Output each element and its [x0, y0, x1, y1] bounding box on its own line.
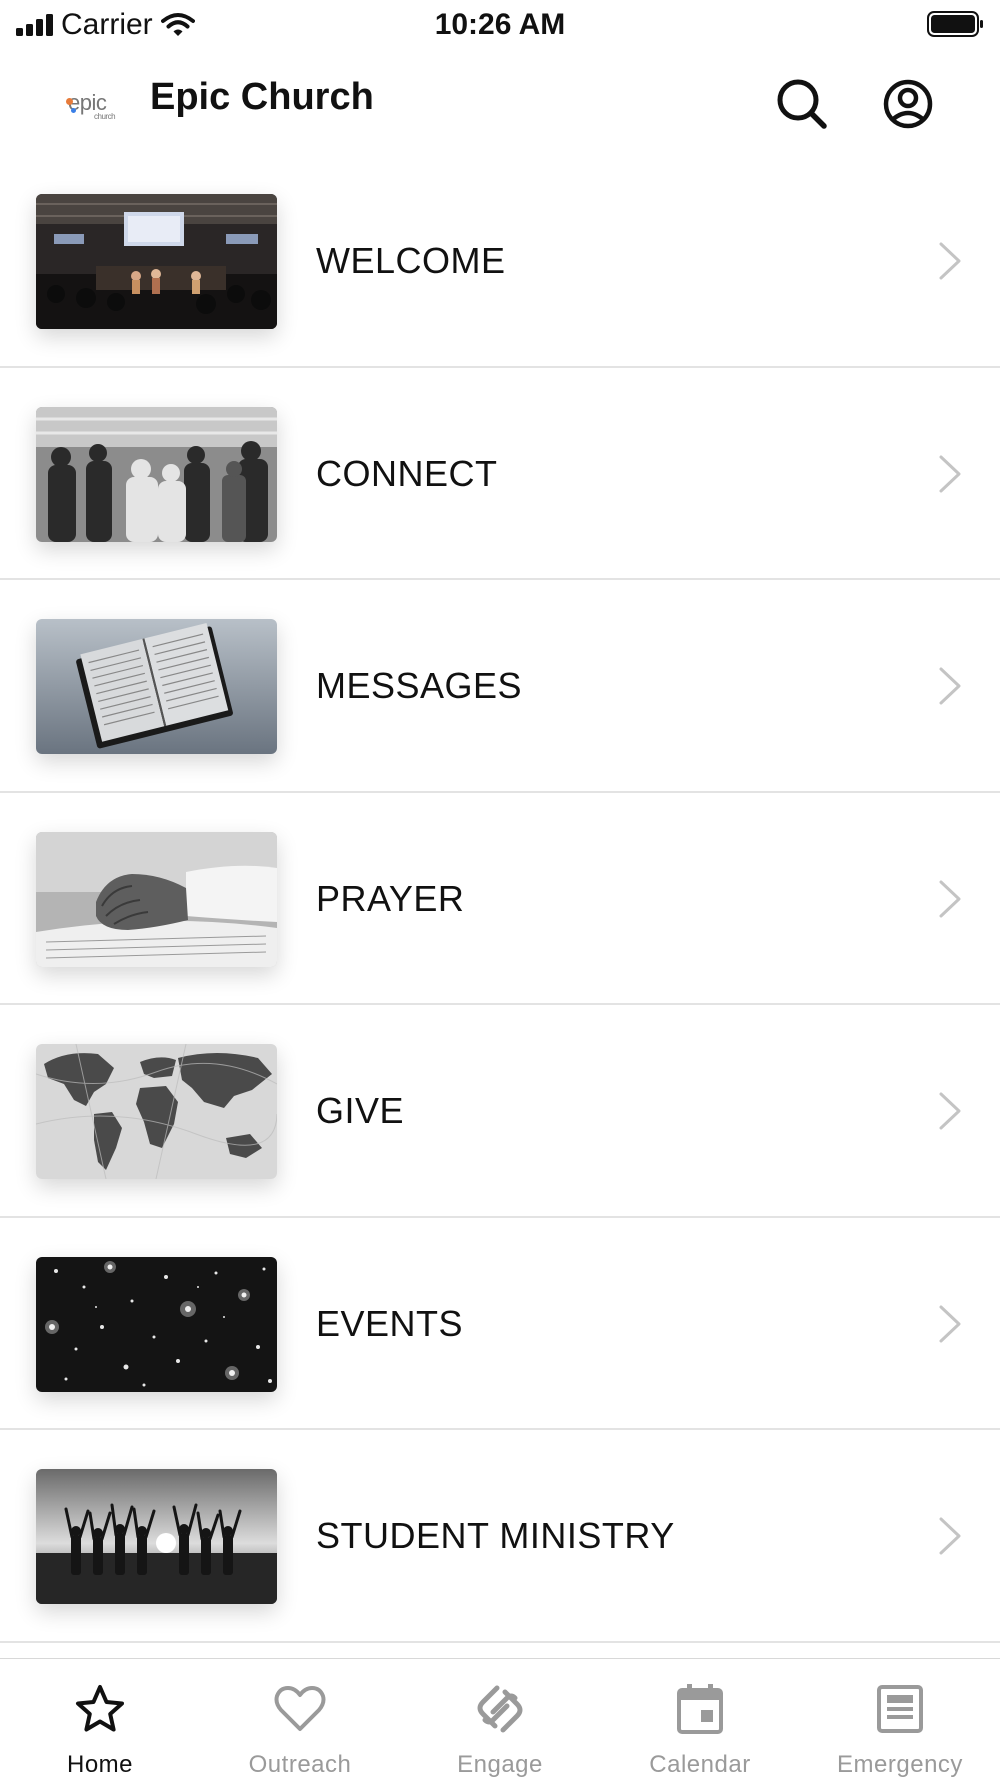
- tab-label: Engage: [457, 1751, 543, 1778]
- heart-icon: [274, 1686, 326, 1731]
- app-title: Epic Church: [150, 76, 374, 118]
- search-button[interactable]: [772, 74, 832, 134]
- chevron-right-icon: [939, 880, 961, 917]
- menu-item-messages[interactable]: MESSAGES: [0, 580, 1000, 793]
- menu-item-give[interactable]: GIVE: [0, 1005, 1000, 1218]
- world-map-photo: [36, 1044, 277, 1179]
- starry-sky-photo: [36, 1256, 277, 1392]
- menu-item-welcome[interactable]: WELCOME: [0, 155, 1000, 368]
- chevron-right-icon: [939, 242, 961, 280]
- status-bar: Carrier 10:26 AM: [0, 0, 1000, 52]
- chevron-right-icon: [939, 667, 961, 705]
- emergency-icon: [877, 1685, 923, 1733]
- profile-button[interactable]: [878, 74, 938, 134]
- star-icon: [76, 1685, 124, 1732]
- worship-stage-photo: [36, 194, 277, 329]
- menu-list: WELCOME CONNECT MESSAGES PRAYER GIVE EVE…: [0, 155, 1000, 1643]
- menu-item-label: CONNECT: [316, 452, 498, 494]
- tab-label: Emergency: [837, 1751, 963, 1778]
- menu-item-connect[interactable]: CONNECT: [0, 368, 1000, 580]
- engage-icon: [477, 1685, 523, 1733]
- profile-icon: [883, 79, 933, 129]
- chevron-right-icon: [939, 1517, 961, 1555]
- calendar-icon: [677, 1684, 723, 1734]
- search-icon: [777, 79, 827, 129]
- tab-home[interactable]: Home: [0, 1659, 200, 1778]
- raised-hands-silhouette-photo: [36, 1469, 277, 1604]
- menu-item-prayer[interactable]: PRAYER: [0, 793, 1000, 1005]
- menu-item-student-ministry[interactable]: STUDENT MINISTRY: [0, 1430, 1000, 1643]
- church-logo: epic church: [66, 90, 116, 121]
- tab-emergency[interactable]: Emergency: [800, 1659, 1000, 1778]
- open-bible-photo: [36, 619, 277, 754]
- congregation-praying-photo: [36, 406, 277, 542]
- menu-item-label: STUDENT MINISTRY: [316, 1515, 675, 1556]
- tab-engage[interactable]: Engage: [400, 1659, 600, 1778]
- tab-label: Calendar: [649, 1751, 751, 1778]
- tab-outreach[interactable]: Outreach: [200, 1659, 400, 1778]
- menu-item-label: GIVE: [316, 1090, 405, 1131]
- praying-hands-photo: [36, 831, 277, 967]
- chevron-right-icon: [939, 1092, 961, 1130]
- status-time: 10:26 AM: [434, 8, 566, 41]
- tab-label: Home: [66, 1751, 134, 1778]
- tab-bar: Home Outreach Engage Calendar Emergency: [0, 1658, 1000, 1778]
- chevron-right-icon: [939, 455, 961, 492]
- menu-item-label: PRAYER: [316, 877, 465, 919]
- menu-item-events[interactable]: EVENTS: [0, 1218, 1000, 1430]
- tab-label: Outreach: [248, 1751, 352, 1778]
- menu-item-label: MESSAGES: [316, 665, 523, 706]
- menu-item-label: WELCOME: [316, 240, 506, 281]
- battery-icon: [927, 11, 983, 37]
- chevron-right-icon: [939, 1305, 961, 1342]
- menu-item-label: EVENTS: [316, 1302, 464, 1344]
- tab-calendar[interactable]: Calendar: [600, 1659, 800, 1778]
